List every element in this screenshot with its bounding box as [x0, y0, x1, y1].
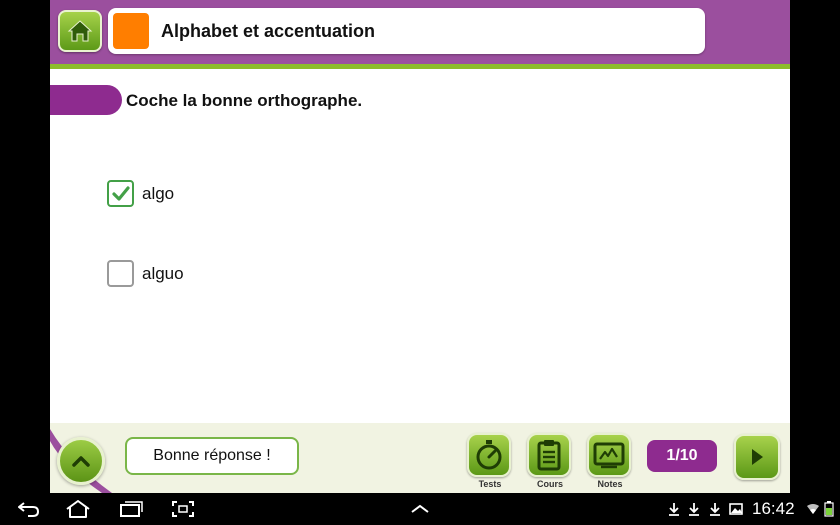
- back-icon: [18, 502, 39, 517]
- home-icon: [67, 20, 93, 42]
- title-box: Alphabet et accentuation: [108, 8, 705, 54]
- clipboard-icon: [537, 440, 561, 471]
- stopwatch-icon: [476, 440, 502, 470]
- download-icon: [667, 501, 681, 517]
- page-title: Alphabet et accentuation: [161, 21, 376, 41]
- back-button[interactable]: [15, 499, 41, 519]
- play-right-icon: [752, 449, 763, 465]
- tool-label-tests: Tests: [478, 479, 502, 489]
- recent-apps-button[interactable]: [118, 499, 144, 519]
- screenshot-icon: [172, 501, 194, 517]
- chevron-up-icon: [411, 504, 429, 513]
- checkbox-checked[interactable]: [107, 180, 134, 207]
- tool-label-cours: Cours: [536, 479, 563, 489]
- recent-apps-icon: [120, 501, 143, 517]
- home-button[interactable]: [58, 10, 102, 52]
- download-icon: [687, 501, 701, 517]
- option-alguo[interactable]: alguo: [107, 260, 184, 287]
- cours-button[interactable]: Cours: [527, 433, 573, 491]
- scroll-up-button[interactable]: [57, 437, 105, 485]
- question-text: Coche la bonne orthographe.: [126, 91, 363, 110]
- option-label: alguo: [142, 263, 184, 283]
- image-icon: [729, 501, 743, 517]
- option-label: algo: [142, 183, 175, 203]
- home-icon: [66, 500, 90, 518]
- question-counter: 1/10: [647, 440, 717, 472]
- option-algo[interactable]: algo: [107, 180, 174, 207]
- question-tab-marker: [50, 85, 122, 115]
- category-swatch: [113, 13, 149, 49]
- next-button[interactable]: [734, 434, 780, 480]
- system-home-button[interactable]: [65, 499, 91, 519]
- chevron-up-icon: [72, 456, 90, 467]
- header-divider: [50, 64, 790, 69]
- system-bar-expand[interactable]: [407, 499, 433, 519]
- system-navigation-bar: 16:42: [0, 493, 840, 525]
- app-window: Alphabet et accentuation Coche la bonne …: [50, 0, 790, 493]
- status-clock: 16:42: [752, 499, 795, 518]
- notes-icon-button[interactable]: [587, 433, 631, 477]
- cours-icon-button[interactable]: [527, 433, 571, 477]
- wifi-icon: [806, 501, 820, 517]
- checkbox-unchecked[interactable]: [107, 260, 134, 287]
- checkmark-icon: [111, 185, 130, 201]
- feedback-message: Bonne réponse !: [125, 437, 299, 475]
- notes-button[interactable]: Notes: [587, 433, 633, 491]
- tests-button[interactable]: Tests: [467, 433, 513, 491]
- notes-icon: [593, 442, 625, 469]
- header-bar: Alphabet et accentuation: [50, 0, 790, 66]
- battery-icon: [822, 501, 836, 517]
- footer-bar: Bonne réponse ! Tests Cours Notes 1/10: [50, 423, 790, 493]
- tool-label-notes: Notes: [597, 479, 623, 489]
- screenshot-button[interactable]: [170, 499, 196, 519]
- tests-icon-button[interactable]: [467, 433, 511, 477]
- download-icon: [708, 501, 722, 517]
